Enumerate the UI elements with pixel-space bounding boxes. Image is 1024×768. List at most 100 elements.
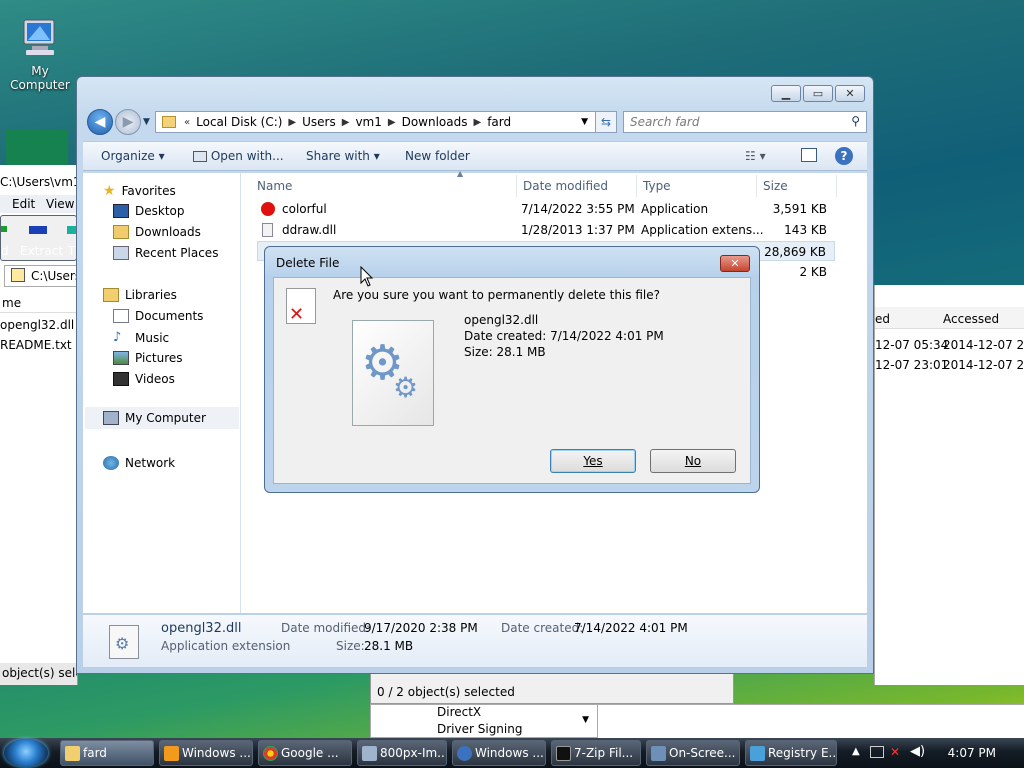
organize-button[interactable]: Organize ▾ xyxy=(101,149,165,163)
dialog-date-created: Date created: 7/14/2022 4:01 PM xyxy=(464,329,664,343)
open-with-button[interactable]: Open with... xyxy=(193,149,284,163)
recent-pages-dropdown[interactable]: ▼ xyxy=(143,117,150,127)
breadcrumb-local-disk[interactable]: Local Disk (C:) xyxy=(196,115,282,129)
column-header-date[interactable]: Date modified xyxy=(517,175,637,197)
breadcrumb-downloads[interactable]: Downloads xyxy=(402,115,468,129)
breadcrumb-separator-icon[interactable]: ▶ xyxy=(342,117,350,128)
nav-desktop[interactable]: Desktop xyxy=(113,204,185,218)
clock[interactable]: 4:07 PM xyxy=(948,746,996,760)
nav-documents[interactable]: Documents xyxy=(113,309,203,323)
help-icon[interactable]: ? xyxy=(835,147,853,165)
nav-favorites[interactable]: ★ Favorites xyxy=(103,183,176,199)
file-row-colorful[interactable]: colorful 7/14/2022 3:55 PM Application 3… xyxy=(257,199,835,219)
bg-tool-extract[interactable]: Extract xyxy=(20,244,63,258)
breadcrumb-separator-icon[interactable]: ▶ xyxy=(288,117,296,128)
column-header-type[interactable]: Type xyxy=(637,175,757,197)
nav-music[interactable]: ♪ Music xyxy=(113,330,169,345)
taskbar-item-7zip[interactable]: 7-Zip Fil... xyxy=(551,740,641,766)
bg-address-field[interactable]: C:\Users xyxy=(4,265,77,287)
show-hidden-icons-arrow[interactable]: ▲ xyxy=(852,746,860,757)
nav-downloads[interactable]: Downloads xyxy=(113,225,201,239)
taskbar-item-on-screen-keyboard[interactable]: On-Scree... xyxy=(646,740,740,766)
start-button[interactable] xyxy=(4,739,48,767)
help-icon xyxy=(457,746,472,761)
tree-item-driver-signing[interactable]: Driver Signing xyxy=(437,722,522,736)
address-bar[interactable]: « Local Disk (C:) ▶ Users ▶ vm1 ▶ Downloads… xyxy=(155,111,617,133)
share-with-button[interactable]: Share with ▾ xyxy=(306,149,380,163)
delete-file-dialog[interactable]: Delete File ✕ ✕ Are you sure you want to… xyxy=(264,246,760,493)
refresh-button[interactable]: ⇆ xyxy=(595,111,617,133)
file-row-ddraw[interactable]: ddraw.dll 1/28/2013 1:37 PM Application … xyxy=(257,220,835,240)
taskbar-item-google[interactable]: Google ... xyxy=(258,740,352,766)
search-input[interactable]: Search fard ⚲ xyxy=(623,111,867,133)
bg-menu-edit[interactable]: Edit xyxy=(12,197,35,211)
my-computer-desktop-icon[interactable]: My Computer xyxy=(2,16,78,92)
forward-button[interactable]: ▶ xyxy=(115,109,141,135)
breadcrumb-overflow[interactable]: « xyxy=(184,117,190,128)
taskbar-item-fard[interactable]: fard xyxy=(60,740,154,766)
documents-icon xyxy=(113,309,129,323)
bg-column-header[interactable]: me xyxy=(0,293,77,313)
close-button[interactable]: ✕ xyxy=(835,85,865,102)
bg-tool-test[interactable]: T xyxy=(68,244,75,258)
background-window-status: 0 / 2 object(s) selected xyxy=(370,672,734,704)
taskbar-item-registry-editor[interactable]: Registry E... xyxy=(745,740,837,766)
column-header-name[interactable]: Name xyxy=(251,175,517,197)
network-tray-icon[interactable] xyxy=(870,746,884,758)
bg-file-row[interactable]: opengl32.dll xyxy=(0,318,74,332)
taskbar-item-windows-help[interactable]: Windows ... xyxy=(452,740,546,766)
bg-col-modified[interactable]: ed xyxy=(875,312,890,326)
file-size: 28,869 KB xyxy=(764,245,826,259)
search-icon[interactable]: ⚲ xyxy=(851,114,860,128)
bg-menu-view[interactable]: View xyxy=(46,197,74,211)
chrome-icon xyxy=(263,746,278,761)
nav-videos[interactable]: Videos xyxy=(113,372,175,386)
keyboard-icon xyxy=(651,746,666,761)
bg-tool-d[interactable]: d xyxy=(1,244,9,258)
nav-network[interactable]: Network xyxy=(103,456,175,470)
tree-item-directx[interactable]: DirectX xyxy=(437,705,481,719)
bg-col-accessed[interactable]: Accessed xyxy=(943,312,999,326)
nav-recent-places[interactable]: Recent Places xyxy=(113,246,218,260)
nav-libraries[interactable]: Libraries xyxy=(103,288,177,302)
breadcrumb-vm1[interactable]: vm1 xyxy=(355,115,381,129)
breadcrumb-separator-icon[interactable]: ▶ xyxy=(388,117,396,128)
yes-button[interactable]: Yes xyxy=(550,449,636,473)
background-7zip-window[interactable]: C:\Users\vm1\ Edit View d Extract T C:\U… xyxy=(0,165,85,685)
view-options-button[interactable]: ☷ ▾ xyxy=(745,149,766,163)
minimize-button[interactable]: ▁ xyxy=(771,85,801,102)
window-icon xyxy=(193,151,207,162)
volume-icon[interactable]: ◀) xyxy=(910,744,925,759)
scroll-down-arrow[interactable]: ▼ xyxy=(582,715,589,725)
background-7zip-list-right[interactable]: ed Accessed 12-07 05:34 2014-12-07 23:0 … xyxy=(874,285,1024,685)
breadcrumb-users[interactable]: Users xyxy=(302,115,336,129)
no-button[interactable]: No xyxy=(650,449,736,473)
bg-status-bar: object(s) selected xyxy=(0,663,77,685)
dialog-question: Are you sure you want to permanently del… xyxy=(333,288,660,302)
back-button[interactable]: ◀ xyxy=(87,109,113,135)
nav-pictures[interactable]: Pictures xyxy=(113,351,183,365)
dialog-close-button[interactable]: ✕ xyxy=(720,255,750,272)
file-type: Application extens... xyxy=(641,223,764,237)
libraries-icon xyxy=(103,288,119,302)
bg-status-text: 0 / 2 object(s) selected xyxy=(377,685,515,699)
details-modified-value: 9/17/2020 2:38 PM xyxy=(364,621,478,635)
address-dropdown[interactable]: ▼ xyxy=(581,117,588,127)
maximize-button[interactable]: ▭ xyxy=(803,85,833,102)
preview-pane-icon[interactable] xyxy=(801,148,817,162)
taskbar-item-windows-media[interactable]: Windows ... xyxy=(159,740,253,766)
new-folder-button[interactable]: New folder xyxy=(405,149,470,163)
bg-file-row[interactable]: README.txt xyxy=(0,338,72,352)
dll-file-large-icon: ⚙ xyxy=(109,625,139,659)
action-center-icon[interactable]: ✕ xyxy=(890,745,900,759)
breadcrumb-separator-icon[interactable]: ▶ xyxy=(473,117,481,128)
folder-icon xyxy=(162,116,176,128)
details-modified-label: Date modified: xyxy=(281,621,371,635)
breadcrumb-fard[interactable]: fard xyxy=(487,115,511,129)
nav-my-computer[interactable]: My Computer xyxy=(85,407,239,429)
bg-address-text: C:\Users xyxy=(31,269,77,283)
taskbar-item-image[interactable]: 800px-Im... xyxy=(357,740,447,766)
image-viewer-icon xyxy=(362,746,377,761)
column-header-size[interactable]: Size xyxy=(757,175,837,197)
background-tree-view[interactable]: DirectX Driver Signing ▼ xyxy=(370,704,598,738)
